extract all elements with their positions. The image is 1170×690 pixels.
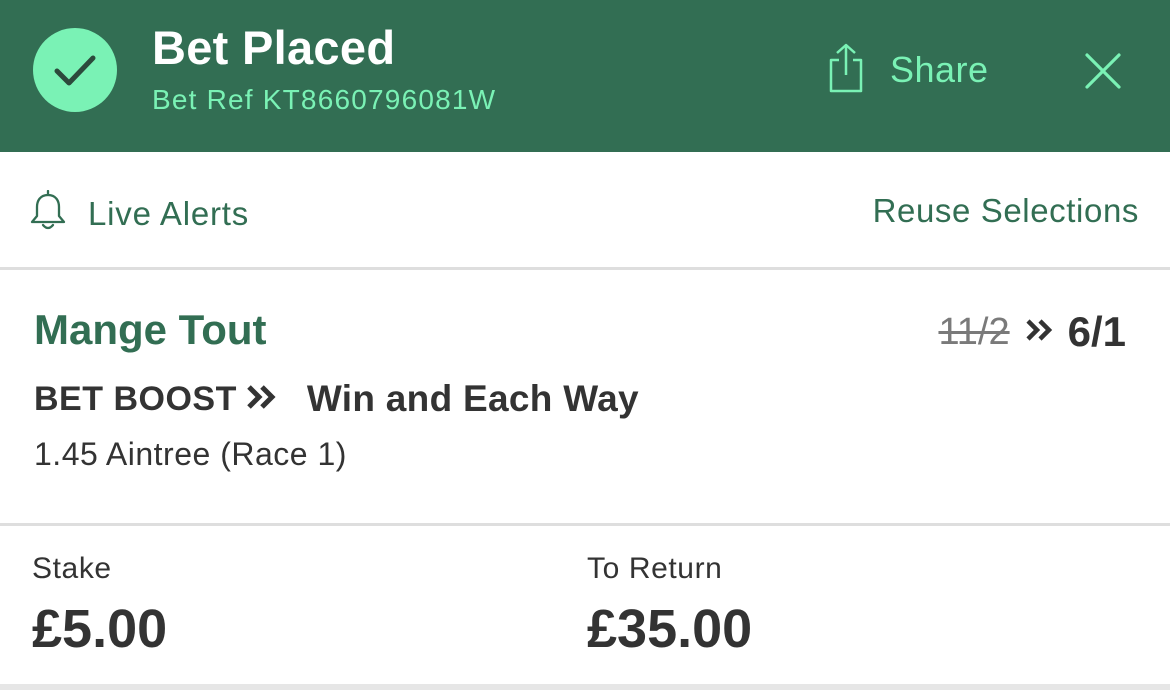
share-label: Share <box>890 49 989 90</box>
bet-reference: Bet Ref KT8660796081W <box>152 84 497 115</box>
boost-chevron-icon <box>245 383 279 416</box>
live-alerts-button[interactable]: Live Alerts <box>28 189 250 237</box>
bet-placed-header: Bet Placed Bet Ref KT8660796081W Share <box>0 0 1170 152</box>
return-label: To Return <box>587 552 723 585</box>
bet-totals: Stake £5.00 To Return £35.00 <box>0 526 1170 684</box>
check-icon <box>33 28 117 112</box>
alerts-row: Live Alerts Reuse Selections <box>0 152 1170 270</box>
stake-value: £5.00 <box>32 599 168 659</box>
old-odds: 11/2 <box>938 310 1010 353</box>
share-icon <box>826 43 866 98</box>
reuse-selections-button[interactable]: Reuse Selections <box>873 192 1139 230</box>
close-button[interactable] <box>1082 50 1124 92</box>
race-info: 1.45 Aintree (Race 1) <box>34 436 347 472</box>
bet-selection: Mange Tout 11/2 6/1 BET BOOST Win and Ea… <box>0 270 1170 526</box>
boost-row: BET BOOST Win and Each Way <box>34 378 639 420</box>
bell-icon <box>28 189 68 237</box>
selection-name: Mange Tout <box>34 306 267 353</box>
return-value: £35.00 <box>587 599 753 659</box>
share-button[interactable]: Share <box>826 42 989 98</box>
double-chevron-icon <box>1024 317 1056 348</box>
page-title: Bet Placed <box>152 21 396 74</box>
new-odds: 6/1 <box>1067 308 1126 355</box>
bottom-divider <box>0 684 1170 690</box>
bet-boost-label: BET BOOST <box>34 379 237 418</box>
live-alerts-label: Live Alerts <box>88 194 250 232</box>
close-icon <box>1085 53 1121 89</box>
market-name: Win and Each Way <box>306 378 639 419</box>
stake-label: Stake <box>32 552 112 585</box>
odds: 11/2 6/1 <box>938 308 1126 356</box>
